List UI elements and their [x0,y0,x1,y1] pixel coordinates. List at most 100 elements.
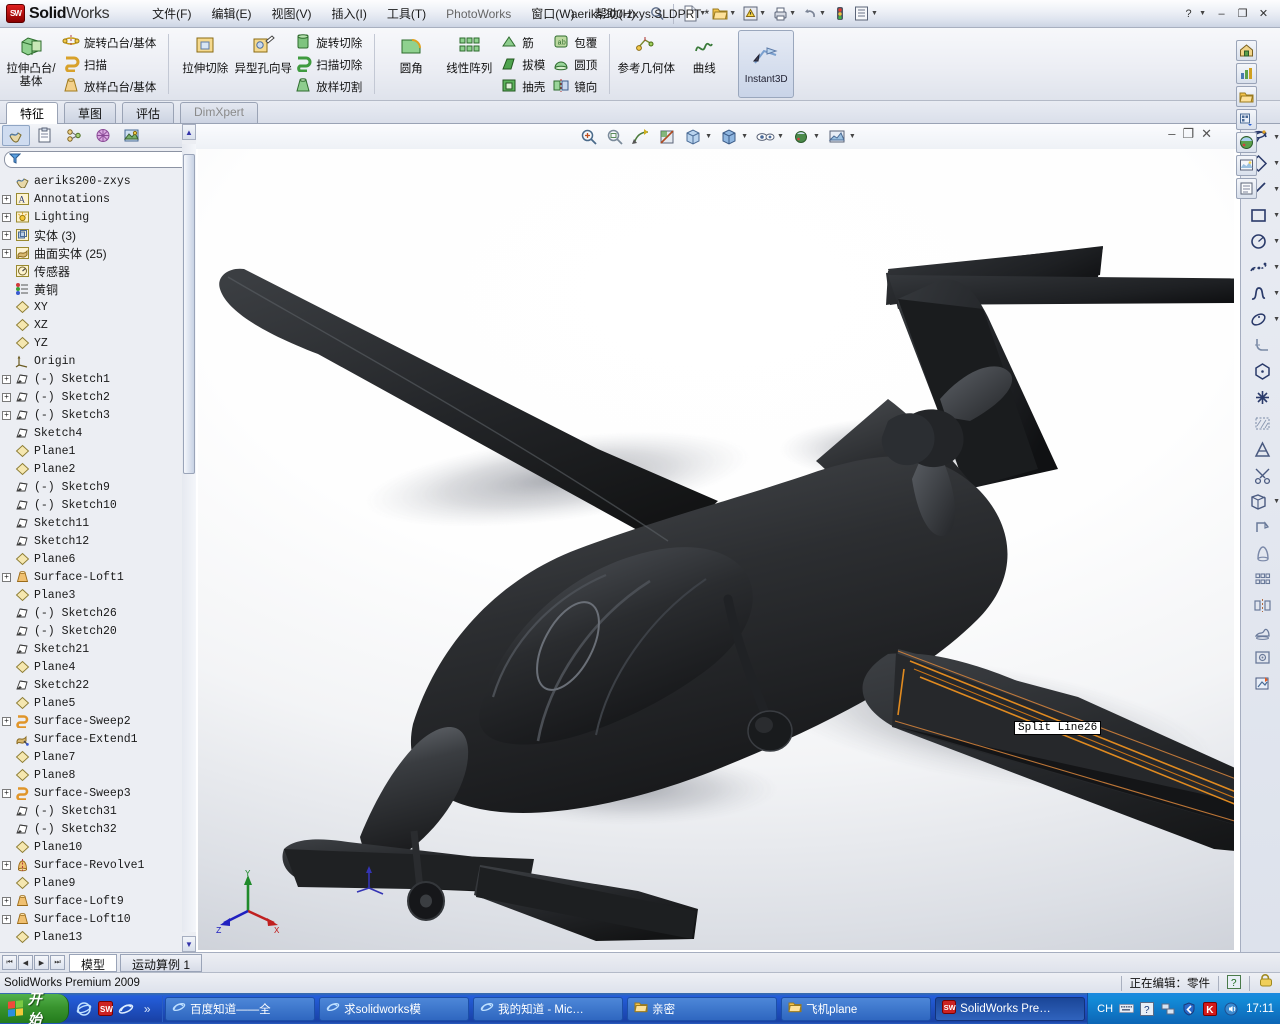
rtool-caret-icon[interactable]: ▼ [1273,238,1280,245]
mdi-close-button[interactable]: ✕ [1201,127,1212,141]
feature-tree-item[interactable]: (-) Sketch10 [2,496,195,514]
extrude-surface-icon[interactable] [1250,515,1274,539]
expand-toggle-icon[interactable]: + [2,195,11,204]
shell-button[interactable]: 抽壳 [498,76,550,98]
rtool-caret-icon[interactable]: ▼ [1273,134,1280,141]
browser-quicklaunch-icon[interactable] [117,1000,135,1018]
feature-tree-item[interactable]: +Surface-Sweep3 [2,784,195,802]
open-document-caret-icon[interactable]: ▼ [729,10,736,17]
section-view-icon[interactable] [655,126,679,148]
solidworks-resources-icon[interactable] [1236,40,1257,61]
view-palette-icon[interactable] [1236,132,1257,153]
rtool-caret-icon[interactable]: ▼ [1273,160,1280,167]
expand-toggle-icon[interactable]: + [2,375,11,384]
feature-tree-item[interactable]: Plane10 [2,838,195,856]
feature-tree-item[interactable]: XZ [2,316,195,334]
expand-toggle-icon[interactable]: + [2,897,11,906]
network-tray-icon[interactable] [1160,1001,1176,1017]
swept-cut-button[interactable]: 扫描切除 [292,54,367,76]
volume-icon[interactable] [1223,1001,1239,1017]
feature-tree-item[interactable]: +(-) Sketch1 [2,370,195,388]
rtool-text[interactable] [1241,436,1280,462]
rtool-fillet[interactable] [1241,332,1280,358]
shield-back-icon[interactable] [1181,1001,1197,1017]
model-canvas[interactable]: Split Line26 Y X Z [198,149,1234,950]
feature-tree-item[interactable]: +Surface-Loft1 [2,568,195,586]
print-icon[interactable] [769,3,791,25]
feature-tree-item[interactable]: XY [2,298,195,316]
appearances-scenes-icon[interactable] [1236,155,1257,176]
rtool-sketch-picture[interactable] [1241,618,1280,644]
view-orientation-caret-icon[interactable]: ▼ [705,133,712,140]
rtool-mirror-entities[interactable] [1241,592,1280,618]
pin-menu-icon[interactable] [646,3,668,25]
point-tool-icon[interactable] [1250,385,1274,409]
rebuild-status-icon[interactable] [829,3,851,25]
fillet-button[interactable]: 圆角 [382,30,440,98]
taskbar-item-my-zhidao[interactable]: 我的知道 - Mic… [473,997,623,1021]
expand-toggle-icon[interactable]: + [2,213,11,222]
tab-features[interactable]: 特征 [6,102,58,125]
open-document-icon[interactable] [709,3,731,25]
feature-tree-item[interactable]: (-) Sketch9 [2,478,195,496]
taskbar-item-baidu-zhidao[interactable]: 百度知道——全 [165,997,315,1021]
sketch-picture-icon[interactable] [1250,619,1274,643]
rtool-point[interactable] [1241,384,1280,410]
draft-button[interactable]: 拔模 [498,54,550,76]
feature-tree-item[interactable]: (-) Sketch32 [2,820,195,838]
help-tray-icon[interactable]: ? [1139,1001,1155,1017]
filter-box[interactable] [4,151,191,168]
scrollbar-thumb[interactable] [183,154,195,474]
display-style-icon[interactable] [717,126,741,148]
tab-dimxpert[interactable]: DimXpert [180,102,258,123]
taskbar-item-folder-plane[interactable]: 飞机plane [781,997,931,1021]
display-manager-tab[interactable] [118,125,146,146]
zoom-to-area-icon[interactable] [603,126,627,148]
nav-first-button[interactable]: ⏮ [2,955,17,970]
keyboard-icon[interactable] [1118,1001,1134,1017]
rtool-spline[interactable]: ▼ [1241,280,1280,306]
start-button[interactable]: 开始 [0,994,69,1023]
expand-toggle-icon[interactable]: + [2,717,11,726]
feature-tree-root[interactable]: aeriks200-zxys [2,172,195,190]
swept-boss-base-button[interactable]: 扫描 [60,54,161,76]
print-caret-icon[interactable]: ▼ [789,10,796,17]
feature-tree-item[interactable]: Plane6 [2,550,195,568]
feature-tree-item[interactable]: Plane8 [2,766,195,784]
hole-wizard-button[interactable]: 异型孔向导 [234,30,292,98]
tab-motion-study-1[interactable]: 运动算例 1 [120,954,202,972]
status-help-badge[interactable]: ? [1227,975,1241,992]
feature-tree-item[interactable]: Sketch21 [2,640,195,658]
feature-tree-item[interactable]: +Lighting [2,208,195,226]
file-explorer-icon[interactable] [1236,86,1257,107]
apply-scene-icon[interactable] [825,126,849,148]
options-caret-icon[interactable]: ▼ [871,10,878,17]
rtool-offset-surface[interactable]: ▼ [1241,488,1280,514]
feature-tree-item[interactable]: (-) Sketch20 [2,622,195,640]
display-style-caret-icon[interactable]: ▼ [741,133,748,140]
expand-toggle-icon[interactable]: + [2,915,11,924]
nav-next-button[interactable]: ▶ [34,955,49,970]
feature-tree[interactable]: aeriks200-zxys+AAnnotations+Lighting+实体 … [0,170,195,952]
scroll-up-button[interactable]: ▲ [182,124,196,140]
rtool-hatch-area[interactable] [1241,410,1280,436]
feature-tree-item[interactable]: Sketch12 [2,532,195,550]
close-button[interactable]: ✕ [1255,6,1272,21]
feature-tree-item[interactable]: Sketch11 [2,514,195,532]
undo-icon[interactable] [799,3,821,25]
dimxpert-manager-tab[interactable] [89,125,117,146]
internet-explorer-quicklaunch-icon[interactable] [75,1000,93,1018]
rtool-spline-dots[interactable]: ▼ [1241,254,1280,280]
quicklaunch-overflow-icon[interactable]: » [138,1000,156,1018]
nav-prev-button[interactable]: ◀ [18,955,33,970]
feature-tree-item[interactable]: +曲面实体 (25) [2,244,195,262]
circle-tool-icon[interactable] [1246,229,1270,253]
rtool-caret-icon[interactable]: ▼ [1273,212,1280,219]
dome-button[interactable]: 圆顶 [550,54,602,76]
expand-toggle-icon[interactable]: + [2,393,11,402]
rectangle-tool-icon[interactable] [1246,203,1270,227]
hatch-area-icon[interactable] [1250,411,1274,435]
menu-view[interactable]: 视图(V) [263,2,321,25]
tab-sketch[interactable]: 草图 [64,102,116,123]
feature-tree-item[interactable]: 黄铜 [2,280,195,298]
